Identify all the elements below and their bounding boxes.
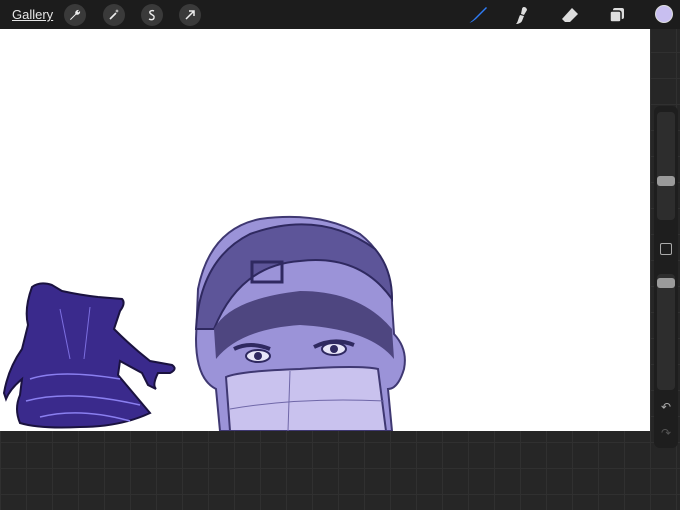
brush-size-thumb[interactable] (657, 176, 675, 186)
modify-button[interactable] (660, 243, 672, 255)
wrench-icon (70, 9, 81, 20)
redo-icon[interactable]: ↷ (659, 426, 673, 440)
artwork (2, 215, 406, 431)
brush-size-slider[interactable] (657, 112, 675, 220)
transform-button[interactable] (179, 4, 201, 26)
selection-icon (148, 9, 155, 21)
opacity-thumb[interactable] (657, 278, 675, 288)
top-toolbar: Gallery (0, 0, 680, 29)
eraser-icon (562, 8, 578, 22)
undo-icon[interactable]: ↶ (659, 400, 673, 414)
color-picker-swatch[interactable] (655, 5, 673, 23)
layers-button[interactable] (607, 5, 627, 25)
opacity-slider[interactable] (657, 274, 675, 390)
portrait-figure (194, 215, 406, 431)
actions-button[interactable] (64, 4, 86, 26)
layers-icon (609, 8, 624, 23)
brush-button[interactable] (468, 5, 488, 25)
transform-arrow-icon (185, 10, 195, 20)
gallery-link[interactable]: Gallery (12, 7, 53, 22)
drawing-canvas[interactable] (0, 29, 650, 431)
selection-button[interactable] (141, 4, 163, 26)
smudge-button[interactable] (513, 5, 533, 25)
sidebar: ↶ ↷ (654, 106, 678, 448)
smudge-icon (516, 7, 527, 24)
adjustments-button[interactable] (103, 4, 125, 26)
eraser-button[interactable] (560, 5, 580, 25)
magic-wand-icon (109, 9, 119, 20)
brush-icon (469, 7, 487, 23)
dress-figure (2, 282, 176, 429)
